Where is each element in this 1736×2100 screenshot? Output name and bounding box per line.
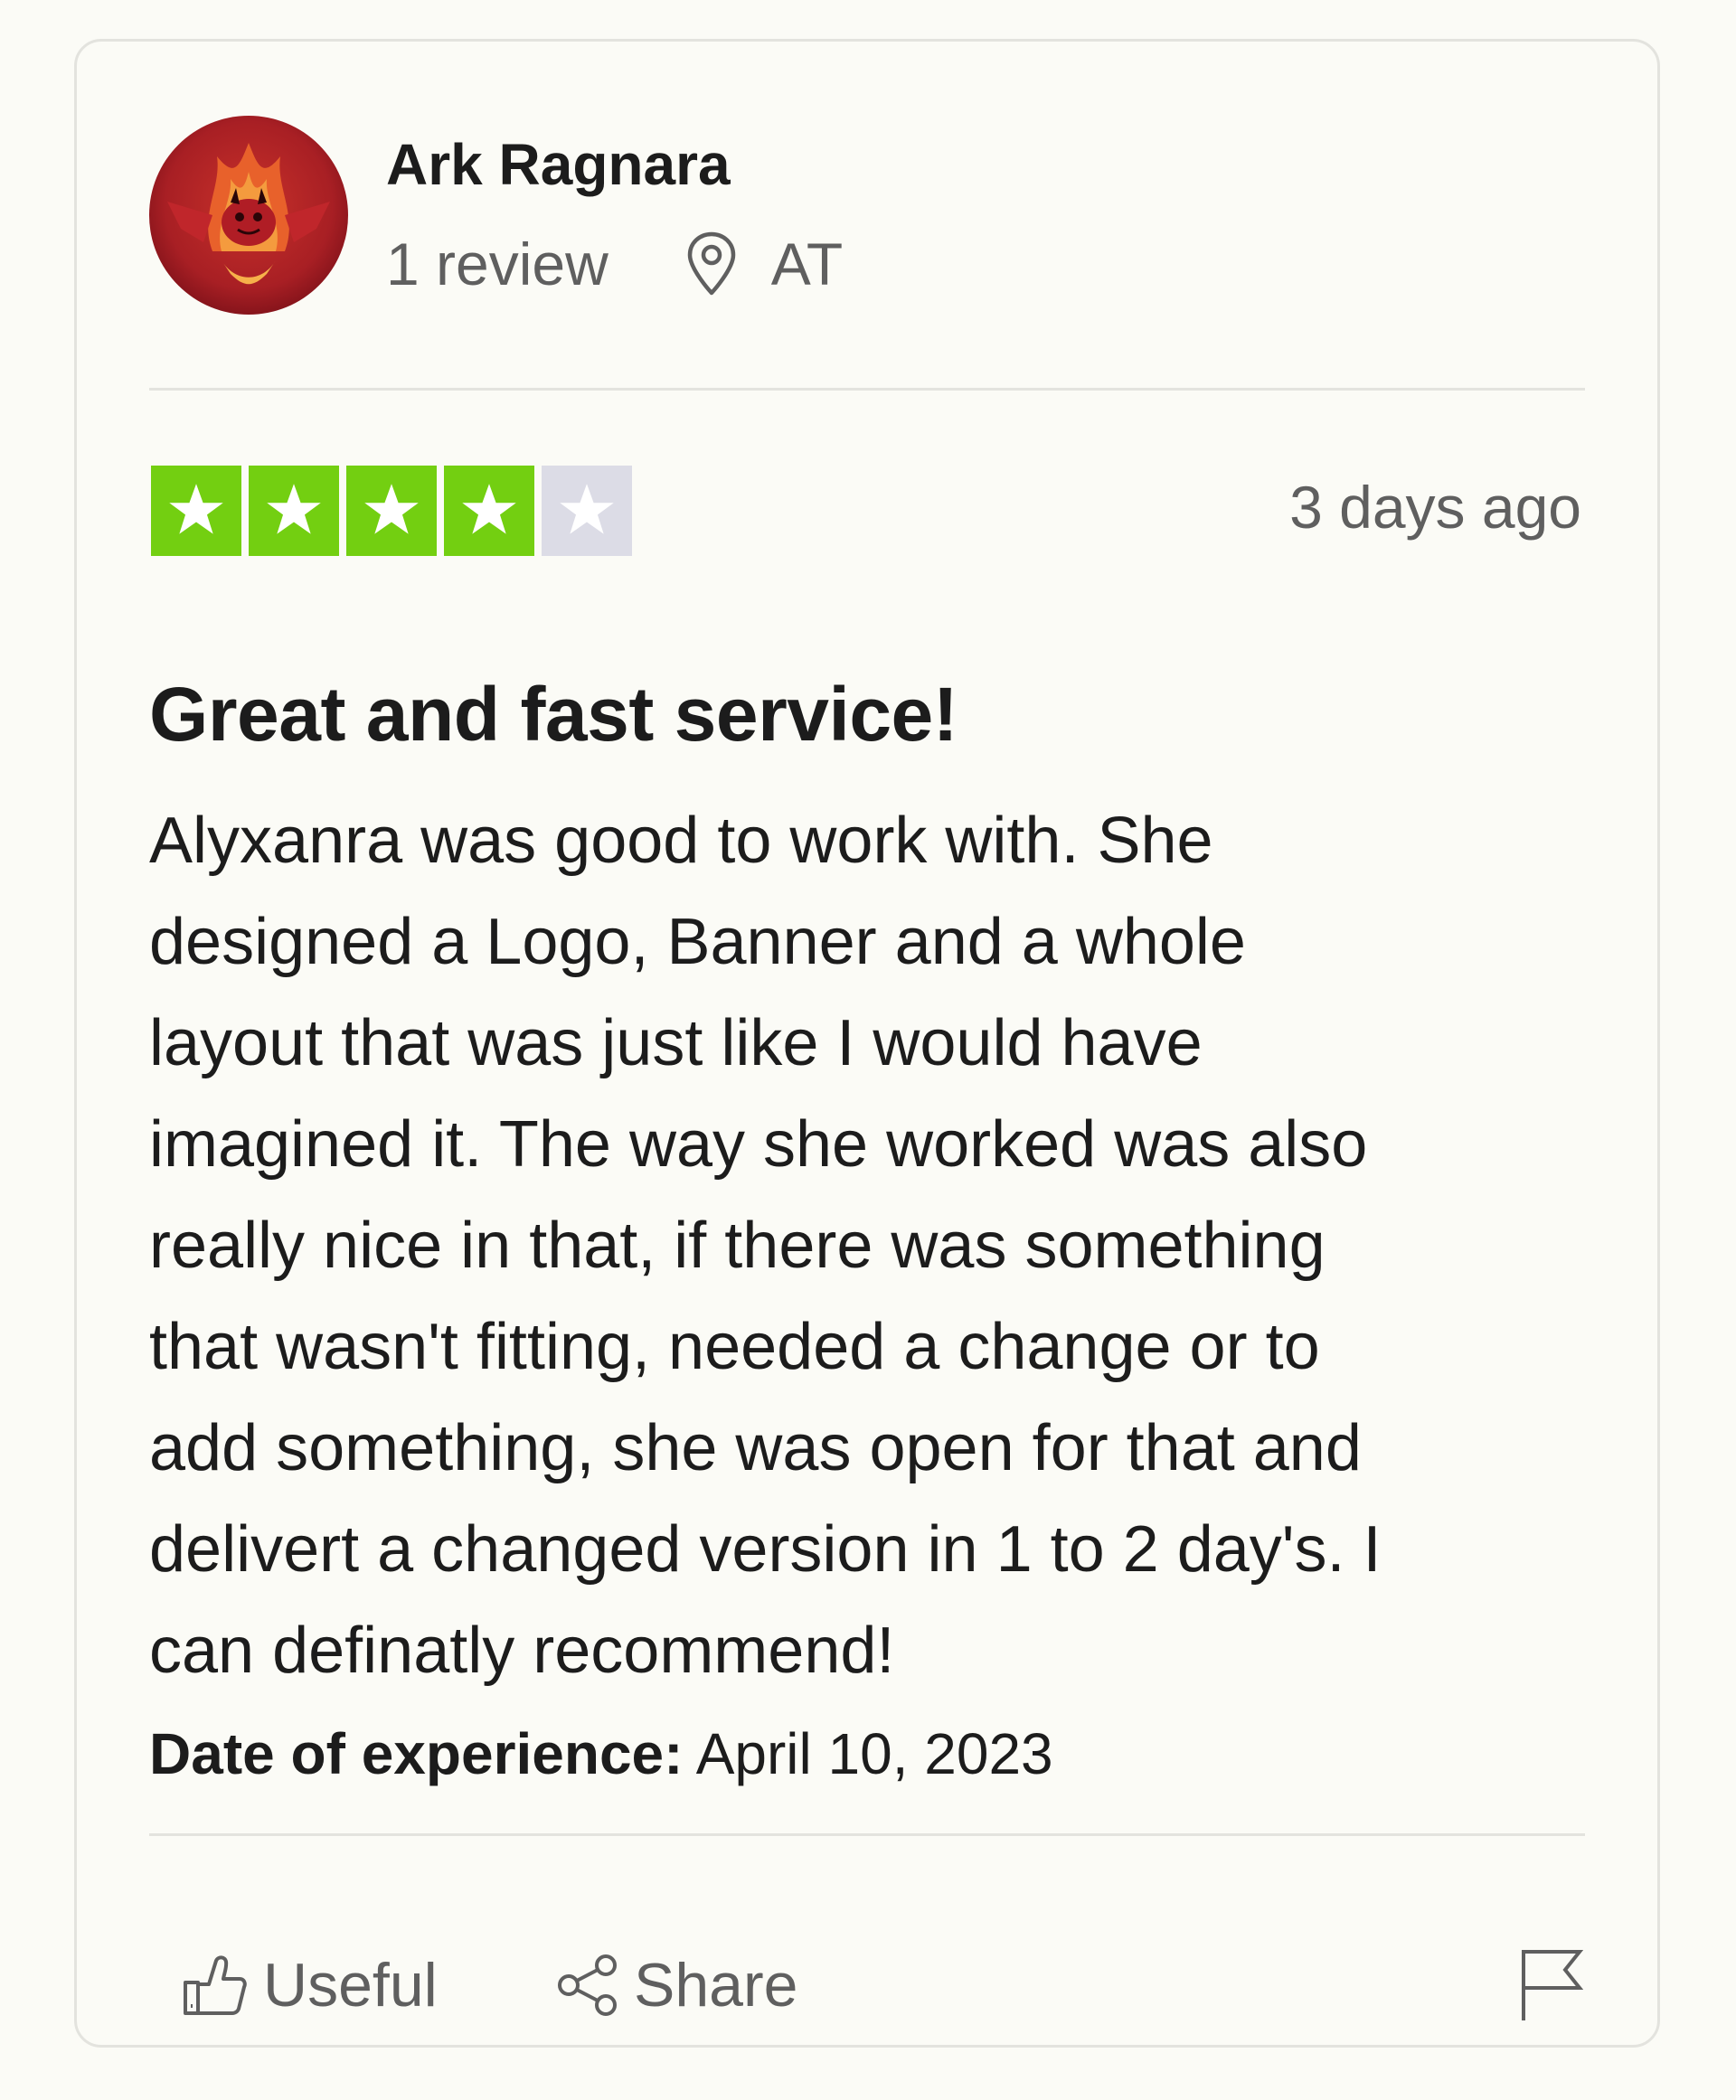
useful-label: Useful: [263, 1951, 438, 2020]
share-button[interactable]: Share: [556, 1945, 797, 2026]
review-body-line: add something, she was open for that and: [149, 1412, 1362, 1484]
star-empty-icon: [542, 466, 632, 556]
consumer-location: AT: [684, 231, 843, 297]
experience-date: April 10, 2023: [683, 1721, 1053, 1786]
star-icon: [444, 466, 534, 556]
thumbs-up-icon: [184, 1955, 247, 2015]
location-pin-icon: [687, 231, 736, 296]
review-title[interactable]: Great and fast service!: [149, 673, 958, 757]
consumer-header: Ark Ragnara 1 review AT: [149, 116, 1585, 315]
useful-button[interactable]: Useful: [182, 1945, 438, 2026]
share-icon: [558, 1954, 617, 2016]
share-label: Share: [634, 1951, 798, 2020]
review-body-line: designed a Logo, Banner and a whole: [149, 906, 1246, 978]
date-of-experience: Date of experience: April 10, 2023: [149, 1725, 1053, 1783]
review-body-line: Alyxanra was good to work with. She: [149, 805, 1213, 877]
consumer-meta: 1 review AT: [386, 231, 843, 297]
avatar[interactable]: [149, 116, 348, 315]
report-flag-icon[interactable]: [1518, 1948, 1583, 2022]
review-card: Ark Ragnara 1 review AT 3 days ago Great…: [74, 39, 1660, 2048]
star-icon: [249, 466, 339, 556]
divider: [149, 388, 1585, 391]
review-body-line: delivert a changed version in 1 to 2 day…: [149, 1513, 1382, 1586]
review-body-line: can definatly recommend!: [149, 1615, 895, 1687]
divider: [149, 1833, 1585, 1836]
consumer-name[interactable]: Ark Ragnara: [386, 136, 731, 193]
review-count: 1 review: [386, 231, 609, 297]
review-body-line: layout that was just like I would have: [149, 1007, 1203, 1079]
star-icon: [151, 466, 241, 556]
review-body: Alyxanra was good to work with. She desi…: [149, 790, 1632, 1701]
star-icon: [346, 466, 437, 556]
review-date: 3 days ago: [1289, 474, 1581, 541]
experience-label: Date of experience:: [149, 1721, 684, 1786]
review-body-line: that wasn't fitting, needed a change or …: [149, 1311, 1320, 1383]
review-actions: Useful Share: [149, 1945, 1585, 2026]
star-rating: [151, 466, 632, 556]
country-code: AT: [770, 231, 844, 297]
review-body-line: imagined it. The way she worked was also: [149, 1108, 1368, 1181]
review-body-line: really nice in that, if there was someth…: [149, 1210, 1326, 1282]
